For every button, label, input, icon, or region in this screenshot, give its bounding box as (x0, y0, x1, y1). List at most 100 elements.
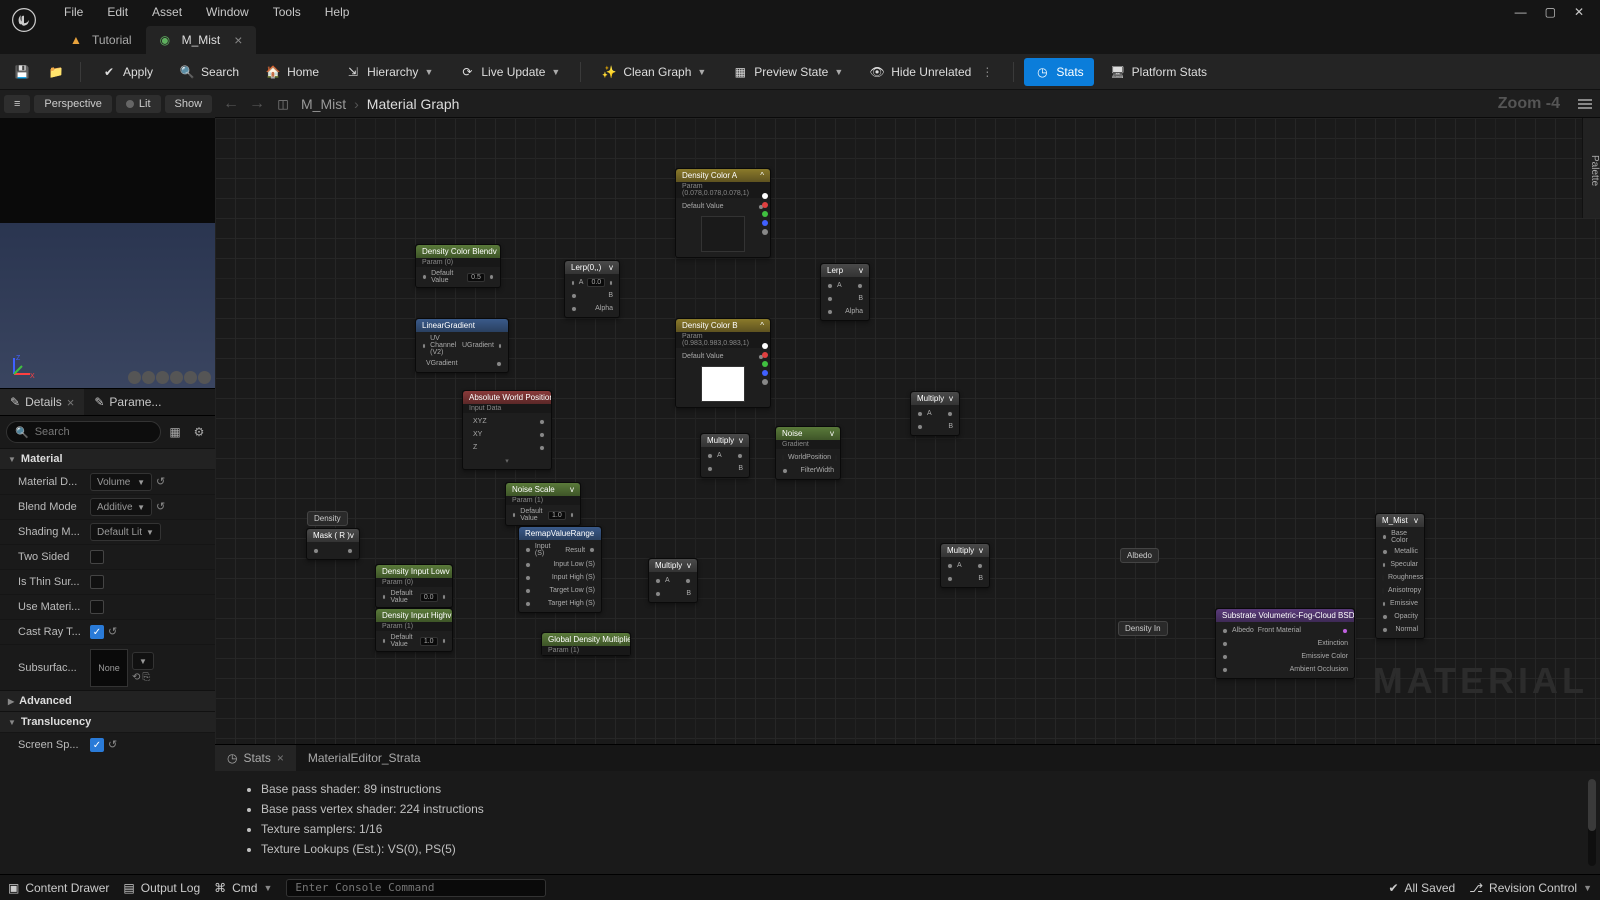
reset-icon[interactable]: ↺ (108, 738, 122, 752)
menu-asset[interactable]: Asset (140, 1, 194, 23)
crumb-root[interactable]: M_Mist (301, 96, 346, 112)
output-log-button[interactable]: ▤Output Log (123, 881, 200, 895)
node-density-color-blend[interactable]: Density Color Blendv Param (0) Default V… (415, 244, 501, 288)
menu-tools[interactable]: Tools (261, 1, 313, 23)
settings-icon[interactable]: ⚙ (189, 422, 209, 442)
reroute-density[interactable]: Density (307, 511, 348, 526)
unreal-logo-icon (8, 4, 40, 36)
material-preview-viewport[interactable]: Z X (0, 118, 215, 388)
previewstate-button[interactable]: ▦Preview State▼ (722, 58, 853, 86)
svg-text:X: X (30, 373, 35, 380)
home-button[interactable]: 🏠Home (255, 58, 329, 86)
menu-edit[interactable]: Edit (95, 1, 140, 23)
palette-tab[interactable]: Palette (1582, 118, 1600, 218)
node-linear-gradient[interactable]: LinearGradient UV Channel (V2)UGradient … (415, 318, 509, 373)
stats-line: Texture Lookups (Est.): VS(0), PS(5) (261, 839, 1572, 859)
material-graph[interactable]: MATERIAL (215, 118, 1600, 744)
nav-fwd-icon[interactable]: → (249, 95, 265, 113)
scrollbar[interactable] (1588, 779, 1596, 866)
menu-help[interactable]: Help (313, 1, 362, 23)
tab-tutorial[interactable]: ▲ Tutorial (56, 26, 146, 54)
graph-menu-icon[interactable] (1578, 99, 1592, 109)
screen-space-checkbox[interactable]: ✓ (90, 738, 104, 752)
cast-ray-checkbox[interactable]: ✓ (90, 625, 104, 639)
liveupdate-button[interactable]: ⟳Live Update▼ (449, 58, 570, 86)
category-material[interactable]: ▼Material (0, 448, 215, 469)
category-translucency[interactable]: ▼Translucency (0, 711, 215, 732)
menu-file[interactable]: File (52, 1, 95, 23)
reset-icon[interactable]: ↺ (156, 475, 170, 489)
window-minimize-icon[interactable]: ― (1515, 5, 1527, 19)
node-remap[interactable]: RemapValueRange Input (S)Result Input Lo… (518, 526, 602, 613)
breadcrumb: M_Mist › Material Graph (301, 96, 459, 112)
preview-shape-buttons[interactable] (128, 371, 211, 384)
blend-mode-combo[interactable]: Additive▼ (90, 498, 152, 516)
window-close-icon[interactable]: ✕ (1574, 5, 1584, 19)
material-domain-combo[interactable]: Volume▼ (90, 473, 152, 491)
tab-label: Tutorial (92, 33, 132, 47)
viewport-show[interactable]: Show (165, 95, 213, 113)
hideunrelated-button[interactable]: 👁Hide Unrelated⋮ (859, 58, 1003, 86)
tab-details[interactable]: ✎Details× (0, 389, 84, 415)
browse-button[interactable]: 📁 (42, 58, 70, 86)
search-button[interactable]: 🔍Search (169, 58, 249, 86)
tab-strata[interactable]: MaterialEditor_Strata (296, 745, 433, 771)
node-global-density[interactable]: Global Density Multiplierv Param (1) (541, 632, 631, 656)
subsurface-thumb[interactable]: None (90, 649, 128, 687)
reset-icon[interactable]: ↺ (108, 625, 122, 639)
platformstats-button[interactable]: 🖥Platform Stats (1100, 58, 1217, 86)
tab-stats[interactable]: ◷Stats× (215, 745, 296, 771)
cmd-dropdown[interactable]: ⌘Cmd▼ (214, 881, 272, 895)
stats-button[interactable]: ◷Stats (1024, 58, 1093, 86)
console-input[interactable] (286, 879, 546, 897)
node-density-color-a[interactable]: Density Color A^ Param (0.078,0.078,0.07… (675, 168, 771, 258)
apply-button[interactable]: ✔Apply (91, 58, 163, 86)
reroute-albedo[interactable]: Albedo (1120, 548, 1159, 563)
revision-control-button[interactable]: ⎇Revision Control▼ (1469, 881, 1592, 895)
node-output[interactable]: M_Mistv Base Color Metallic Specular Rou… (1375, 513, 1425, 639)
tab-mmist[interactable]: ◉ M_Mist × (146, 26, 257, 54)
node-lerp2[interactable]: Lerpv A B Alpha (820, 263, 870, 321)
use-material-checkbox[interactable] (90, 600, 104, 614)
reroute-densityin[interactable]: Density In (1118, 621, 1168, 636)
content-drawer-button[interactable]: ▣Content Drawer (8, 881, 109, 895)
category-advanced[interactable]: ▶Advanced (0, 690, 215, 711)
node-noise-scale[interactable]: Noise Scalev Param (1) Default Value1.0 (505, 482, 581, 526)
is-thin-checkbox[interactable] (90, 575, 104, 589)
nav-back-icon[interactable]: ← (223, 95, 239, 113)
menu-window[interactable]: Window (194, 1, 261, 23)
cleangraph-button[interactable]: ✨Clean Graph▼ (591, 58, 716, 86)
node-multiply4[interactable]: Multiplyv AB (648, 558, 698, 603)
node-density-input-low[interactable]: Density Input Lowv Param (0) Default Val… (375, 564, 453, 608)
node-substrate-bsdf[interactable]: Substrate Volumetric-Fog-Cloud BSDF Albe… (1215, 608, 1355, 679)
all-saved-button[interactable]: ✔All Saved (1388, 881, 1455, 895)
details-search-input[interactable]: 🔍Search (6, 421, 161, 443)
reset-icon[interactable]: ↺ (156, 500, 170, 514)
save-button[interactable]: 💾 (8, 58, 36, 86)
viewport-perspective[interactable]: Perspective (34, 95, 111, 113)
tab-parameters[interactable]: ✎Parame... (84, 389, 171, 415)
node-awp[interactable]: Absolute World Position Input Data XYZ X… (462, 390, 552, 470)
stats-icon: ◷ (1034, 64, 1050, 80)
shading-model-combo[interactable]: Default Lit▼ (90, 523, 161, 541)
hierarchy-button[interactable]: ⇲Hierarchy▼ (335, 58, 443, 86)
node-multiply3[interactable]: Multiplyv AB (940, 543, 990, 588)
window-maximize-icon[interactable]: ▢ (1545, 5, 1556, 19)
node-noise[interactable]: Noisev Gradient WorldPositionFilterWidth (775, 426, 841, 480)
viewport-lit[interactable]: Lit (116, 95, 161, 113)
node-multiply2[interactable]: Multiplyv AB (910, 391, 960, 436)
close-icon[interactable]: × (234, 32, 242, 48)
grid-view-icon[interactable]: ▦ (165, 422, 185, 442)
viewport-menu[interactable]: ≡ (4, 95, 30, 113)
close-icon[interactable]: × (277, 751, 284, 765)
browse-icon[interactable]: ⎘ (142, 672, 150, 683)
close-icon[interactable]: × (67, 395, 75, 410)
subsurface-combo[interactable]: ▼ (132, 652, 154, 670)
node-lerp1[interactable]: Lerp(0,,)v A0.0 B Alpha (564, 260, 620, 318)
node-density-color-b[interactable]: Density Color B^ Param (0.983,0.983,0.98… (675, 318, 771, 408)
node-multiply1[interactable]: Multiplyv AB (700, 433, 750, 478)
node-mask[interactable]: Mask ( R )v (306, 528, 360, 560)
two-sided-checkbox[interactable] (90, 550, 104, 564)
node-density-input-high[interactable]: Density Input Highv Param (1) Default Va… (375, 608, 453, 652)
use-icon[interactable]: ⟲ (132, 672, 140, 683)
